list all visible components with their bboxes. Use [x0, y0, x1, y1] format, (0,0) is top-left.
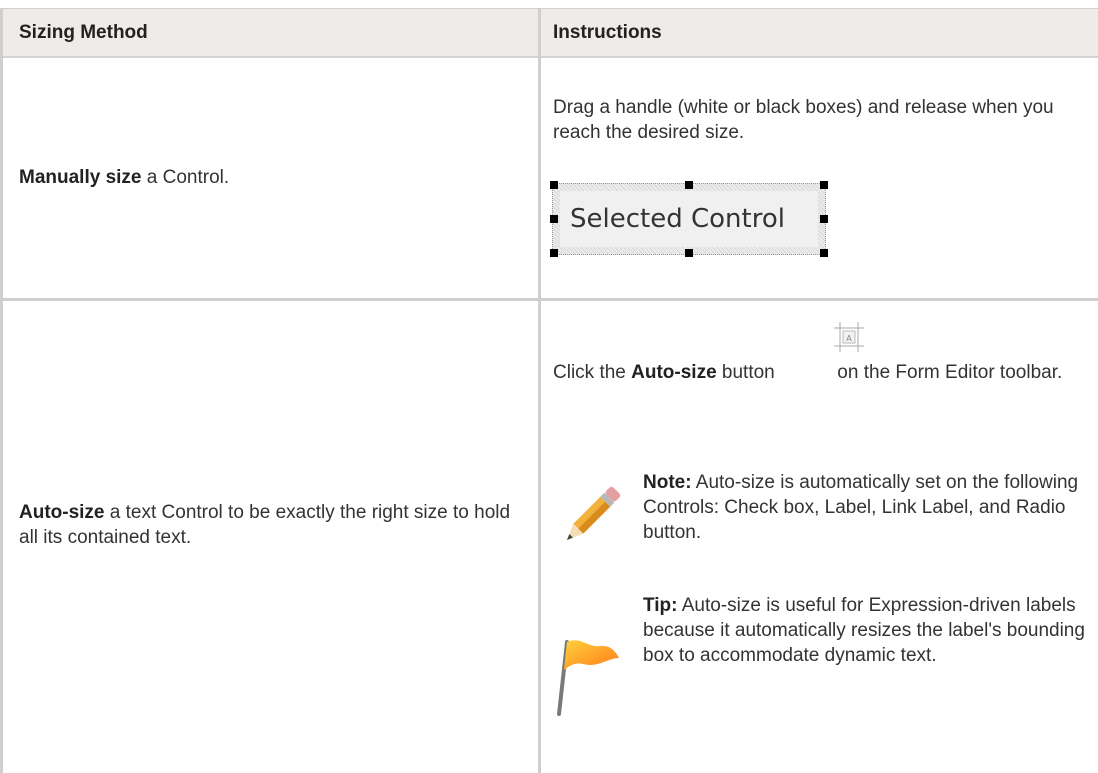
- selected-control-example: Selected Control: [550, 181, 828, 257]
- svg-text:A: A: [846, 334, 852, 343]
- note-callout: Note: Auto-size is automatically set on …: [643, 472, 1079, 543]
- table-header-row: Sizing Method Instructions: [0, 8, 1098, 58]
- pencil-icon: [551, 476, 631, 556]
- manual-size-rest: a Control.: [141, 167, 230, 188]
- resize-handle-sw[interactable]: [550, 249, 558, 257]
- row2-instruction: Click the Auto-size button on the Form E…: [553, 362, 1063, 383]
- row1-sizing-method: Manually size a Control.: [19, 165, 519, 190]
- selected-control-label: Selected Control: [560, 191, 818, 247]
- header-sizing-method: Sizing Method: [19, 22, 148, 43]
- column-divider: [538, 8, 541, 773]
- sizing-methods-table: Sizing Method Instructions Manually size…: [0, 0, 1098, 773]
- flag-icon: [553, 628, 623, 718]
- auto-size-icon: A: [828, 318, 872, 362]
- header-instructions: Instructions: [553, 22, 662, 43]
- resize-handle-n[interactable]: [685, 181, 693, 189]
- resize-handle-w[interactable]: [550, 215, 558, 223]
- row1-instruction: Drag a handle (white or black boxes) and…: [553, 97, 1054, 143]
- manual-size-bold: Manually size: [19, 167, 142, 188]
- resize-handle-s[interactable]: [685, 249, 693, 257]
- resize-handle-nw[interactable]: [550, 181, 558, 189]
- resize-handle-e[interactable]: [820, 215, 828, 223]
- tip-callout: Tip: Auto-size is useful for Expression-…: [643, 595, 1085, 666]
- auto-size-bold: Auto-size: [19, 502, 105, 523]
- row2-sizing-method: Auto-size a text Control to be exactly t…: [19, 500, 529, 550]
- row-divider: [0, 298, 1098, 301]
- table-left-border: [0, 8, 3, 773]
- resize-handle-se[interactable]: [820, 249, 828, 257]
- resize-handle-ne[interactable]: [820, 181, 828, 189]
